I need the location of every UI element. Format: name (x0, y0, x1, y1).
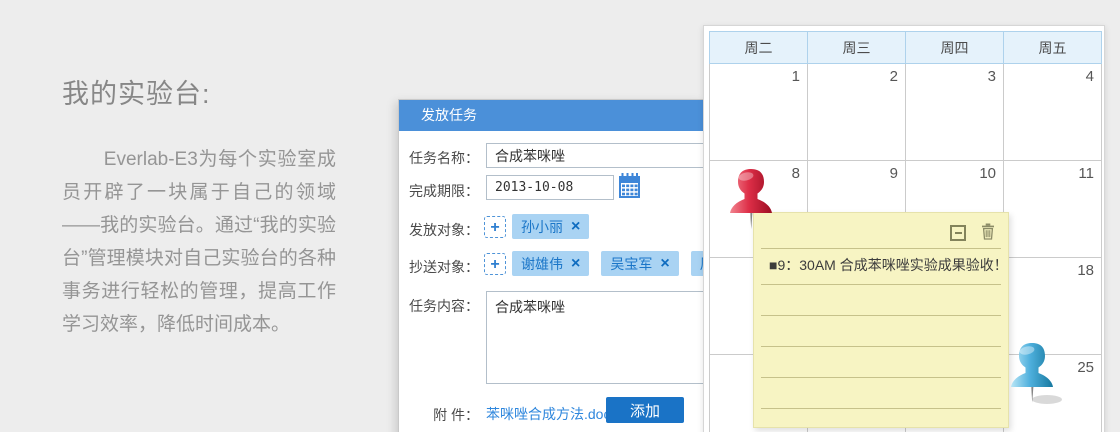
chip-remove-icon[interactable]: × (571, 255, 580, 272)
calendar-cell[interactable]: 2 (807, 63, 906, 161)
attachment-label: 附 件： (433, 407, 479, 423)
chip-remove-icon[interactable]: × (571, 218, 580, 235)
weekday-header: 周五 (1003, 31, 1102, 64)
intro-section: 我的实验台: Everlab-E3为每个实验室成员开辟了一块属于自己的领域——我… (62, 72, 336, 341)
task-name-label: 任务名称： (409, 150, 479, 166)
red-pushpin-icon[interactable] (727, 168, 775, 230)
note-text: ■9：30AM 合成苯咪唑实验成果验收！ (769, 257, 1008, 273)
cc-label: 抄送对象： (409, 259, 479, 275)
calendar-picker-icon[interactable] (618, 173, 641, 204)
add-assignee-button[interactable]: + (484, 216, 506, 238)
chip-label: 孙小丽 (521, 218, 563, 235)
task-content-textarea[interactable]: 合成苯咪唑 (486, 291, 703, 384)
chip-label: 吴宝军 (610, 255, 653, 272)
assignee-chip: 孙小丽 × (512, 214, 590, 239)
attachment-file-link[interactable]: 苯咪唑合成方法.docx (486, 404, 617, 424)
blue-pushpin-icon[interactable] (1005, 342, 1065, 406)
weekday-header: 周四 (905, 31, 1004, 64)
trash-icon (982, 223, 994, 240)
calendar-cell[interactable]: 4 (1003, 63, 1102, 161)
intro-paragraph: Everlab-E3为每个实验室成员开辟了一块属于自己的领域——我的实验台。通过… (62, 149, 336, 335)
cc-chip-list: 谢雄伟 × 吴宝军 × 周日× (512, 251, 703, 276)
cc-chip: 谢雄伟 × (512, 251, 590, 276)
weekday-header: 周三 (807, 31, 906, 64)
page-title: 我的实验台: (62, 79, 211, 109)
assignee-chip-list: 孙小丽 × (512, 214, 601, 239)
note-delete-button[interactable] (981, 223, 995, 245)
deadline-label: 完成期限： (409, 183, 479, 199)
attachment-add-button[interactable]: 添加 (606, 397, 684, 423)
add-cc-button[interactable]: + (484, 253, 506, 275)
task-dialog: 发放任务 任务名称： 完成期限： 发放对象： + 孙小丽× 抄送对 (398, 99, 704, 432)
dialog-title: 发放任务 (399, 100, 703, 131)
task-name-input[interactable] (486, 143, 703, 168)
calendar-cell[interactable]: 11 (1003, 160, 1102, 258)
calendar-cell[interactable]: 1 (709, 63, 808, 161)
weekday-header: 周二 (709, 31, 808, 64)
calendar-cell[interactable]: 18 (1003, 257, 1102, 355)
page: 我的实验台: Everlab-E3为每个实验室成员开辟了一块属于自己的领域——我… (0, 0, 1120, 432)
cc-chip: 周日× (690, 251, 703, 276)
chip-remove-icon[interactable]: × (660, 255, 669, 272)
cc-chip: 吴宝军 × (601, 251, 679, 276)
assignees-label: 发放对象： (409, 222, 479, 238)
calendar-cell[interactable]: 3 (905, 63, 1004, 161)
sticky-note: ■9：30AM 合成苯咪唑实验成果验收！ (753, 212, 1009, 428)
content-label: 任务内容： (409, 298, 479, 314)
deadline-input[interactable] (486, 175, 614, 200)
minus-icon (954, 232, 962, 234)
chip-label: 谢雄伟 (521, 255, 563, 272)
note-minimize-button[interactable] (950, 225, 966, 241)
